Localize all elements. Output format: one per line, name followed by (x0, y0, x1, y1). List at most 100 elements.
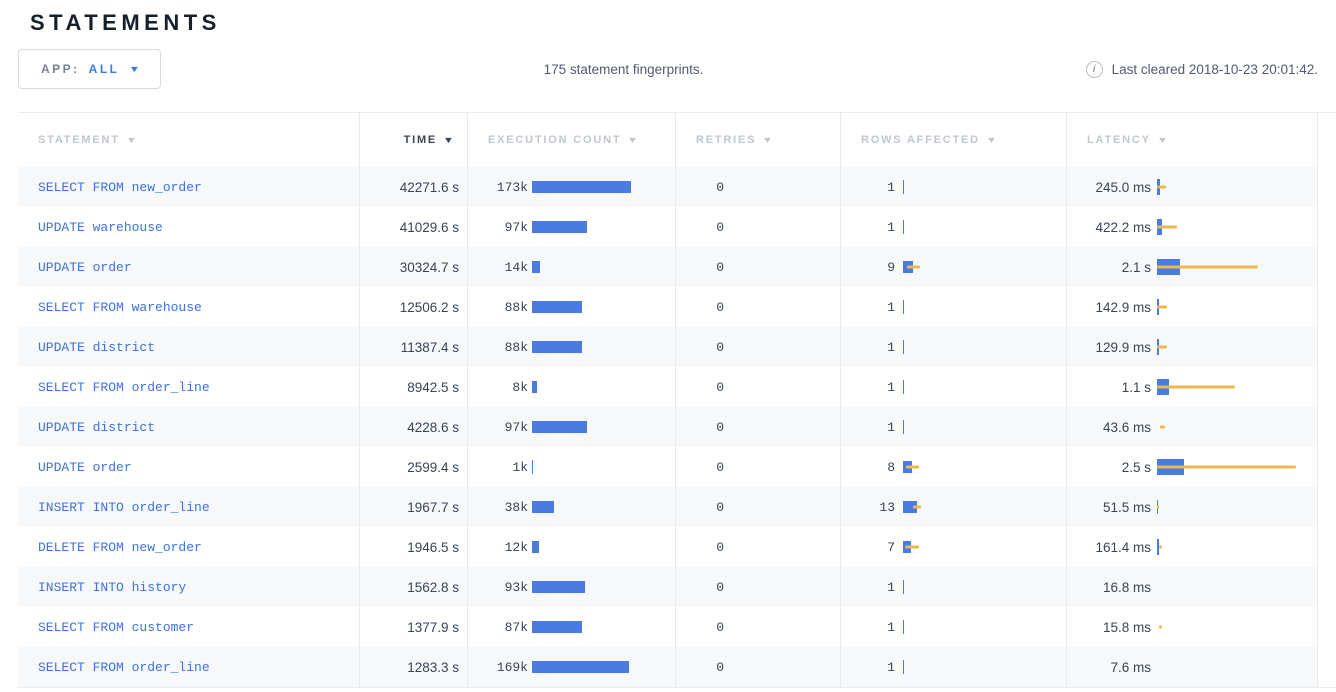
sort-arrow-icon: ▼ (443, 135, 454, 145)
retries-value: 0 (676, 300, 724, 315)
bar-blue (532, 421, 587, 433)
table-row-retries-cell: 0 (675, 247, 840, 287)
statement-link[interactable]: INSERT INTO history (18, 580, 186, 595)
rows-affected-bar (903, 567, 1066, 607)
rows-affected-bar (903, 207, 1066, 247)
table-row-latency-cell: 245.0 ms (1066, 167, 1318, 207)
table-row-rows-affected-cell: 13 (840, 487, 1066, 527)
app-filter-value: ALL (89, 62, 120, 76)
statement-link[interactable]: INSERT INTO order_line (18, 500, 210, 515)
table-row-execution-count-cell: 93k (467, 567, 675, 607)
sort-arrow-icon: ▼ (762, 135, 773, 145)
table-row-rows-affected-cell: 9 (840, 247, 1066, 287)
table-row-statement-cell: INSERT INTO order_line (18, 487, 359, 527)
latency-bar (1157, 327, 1317, 367)
statement-link[interactable]: SELECT FROM order_line (18, 660, 210, 675)
bar-blue (532, 221, 587, 233)
statement-link[interactable]: UPDATE order (18, 260, 132, 275)
table-row-retries-cell: 0 (675, 207, 840, 247)
table-row-statement-cell: SELECT FROM new_order (18, 167, 359, 207)
column-header-execution-count[interactable]: EXECUTION COUNT ▼ (467, 113, 675, 167)
table-row-execution-count-cell: 38k (467, 487, 675, 527)
execution-count-bar (532, 447, 675, 487)
stddev-line-yellow (1157, 346, 1167, 349)
latency-bar (1157, 487, 1317, 527)
column-header-time[interactable]: TIME ▼ (359, 113, 467, 167)
statement-link[interactable]: SELECT FROM customer (18, 620, 194, 635)
statement-link[interactable]: SELECT FROM new_order (18, 180, 202, 195)
time-value: 4228.6 s (360, 420, 467, 435)
time-value: 1377.9 s (360, 620, 467, 635)
stddev-line-yellow (1157, 386, 1235, 389)
info-icon[interactable]: i (1086, 61, 1103, 78)
table-row-latency-cell: 2.1 s (1066, 247, 1318, 287)
column-header-rows-affected[interactable]: ROWS AFFECTED ▼ (840, 113, 1066, 167)
execution-count-value: 173k (468, 180, 528, 195)
stddev-line-yellow (907, 266, 920, 269)
table-row-statement-cell: SELECT FROM order_line (18, 367, 359, 407)
latency-bar (1157, 247, 1317, 287)
rows-affected-value: 1 (841, 180, 895, 195)
table-row-rows-affected-cell: 8 (840, 447, 1066, 487)
table-row-time-cell: 1377.9 s (359, 607, 467, 647)
time-value: 8942.5 s (360, 380, 467, 395)
table-row-latency-cell: 1.1 s (1066, 367, 1318, 407)
time-value: 1562.8 s (360, 580, 467, 595)
rows-affected-bar (903, 327, 1066, 367)
table-row-statement-cell: UPDATE warehouse (18, 207, 359, 247)
rows-affected-value: 1 (841, 300, 895, 315)
table-row-time-cell: 30324.7 s (359, 247, 467, 287)
execution-count-value: 1k (468, 460, 528, 475)
latency-bar (1157, 207, 1317, 247)
table-row-time-cell: 1967.7 s (359, 487, 467, 527)
table-row-time-cell: 1283.3 s (359, 647, 467, 687)
sort-arrow-icon: ▼ (627, 135, 638, 145)
latency-value: 245.0 ms (1067, 180, 1151, 195)
bar-blue (532, 381, 537, 393)
rows-affected-bar (903, 367, 1066, 407)
latency-value: 16.8 ms (1067, 580, 1151, 595)
statement-link[interactable]: UPDATE district (18, 420, 155, 435)
execution-count-value: 97k (468, 220, 528, 235)
latency-bar (1157, 167, 1317, 207)
stddev-line-yellow (913, 506, 921, 509)
execution-count-bar (532, 367, 675, 407)
time-value: 1946.5 s (360, 540, 467, 555)
latency-value: 142.9 ms (1067, 300, 1151, 315)
app-filter-dropdown[interactable]: APP: ALL ▼ (18, 49, 161, 89)
bar-blue (532, 541, 539, 553)
bar-blue (532, 181, 631, 193)
table-row-retries-cell: 0 (675, 327, 840, 367)
table-row-retries-cell: 0 (675, 607, 840, 647)
bar-blue (903, 300, 904, 314)
execution-count-bar (532, 567, 675, 607)
statement-link[interactable]: DELETE FROM new_order (18, 540, 202, 555)
column-header-retries[interactable]: RETRIES ▼ (675, 113, 840, 167)
stddev-line-yellow (1157, 266, 1258, 269)
rows-affected-value: 1 (841, 660, 895, 675)
rows-affected-value: 8 (841, 460, 895, 475)
column-header-statement[interactable]: STATEMENT ▼ (18, 113, 359, 167)
statement-link[interactable]: UPDATE district (18, 340, 155, 355)
statement-link[interactable]: SELECT FROM order_line (18, 380, 210, 395)
statement-link[interactable]: SELECT FROM warehouse (18, 300, 202, 315)
stddev-line-yellow (1157, 226, 1177, 229)
execution-count-bar (532, 407, 675, 447)
execution-count-value: 93k (468, 580, 528, 595)
statement-link[interactable]: UPDATE warehouse (18, 220, 163, 235)
table-row-latency-cell: 51.5 ms (1066, 487, 1318, 527)
table-row-execution-count-cell: 97k (467, 407, 675, 447)
stddev-line-yellow (1157, 186, 1166, 189)
table-row-rows-affected-cell: 1 (840, 207, 1066, 247)
time-value: 30324.7 s (360, 260, 467, 275)
latency-value: 129.9 ms (1067, 340, 1151, 355)
table-row-execution-count-cell: 12k (467, 527, 675, 567)
execution-count-value: 88k (468, 300, 528, 315)
table-row-latency-cell: 129.9 ms (1066, 327, 1318, 367)
execution-count-value: 14k (468, 260, 528, 275)
latency-value: 2.5 s (1067, 460, 1151, 475)
statement-link[interactable]: UPDATE order (18, 460, 132, 475)
table-row-retries-cell: 0 (675, 367, 840, 407)
retries-value: 0 (676, 620, 724, 635)
column-header-latency[interactable]: LATENCY ▼ (1066, 113, 1318, 167)
